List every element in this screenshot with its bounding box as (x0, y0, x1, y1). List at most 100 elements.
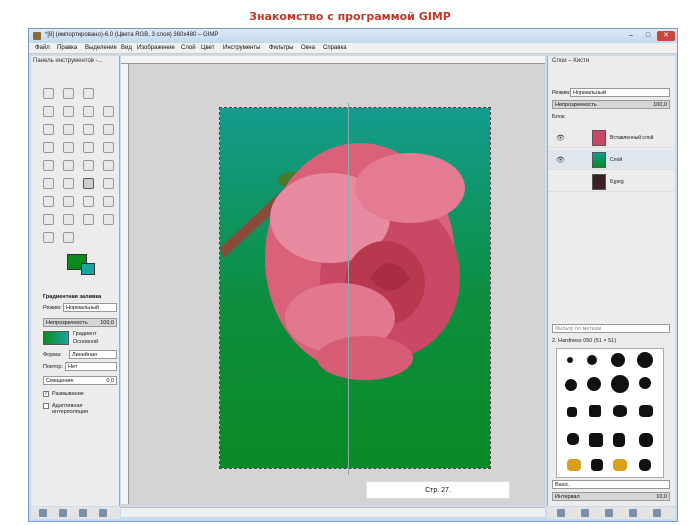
background-color-swatch[interactable] (81, 263, 95, 275)
adaptive-checkbox[interactable] (43, 403, 49, 409)
close-button[interactable]: ✕ (657, 31, 675, 41)
refresh-brushes-icon[interactable] (629, 509, 637, 517)
measure-tool-icon[interactable] (83, 124, 94, 135)
brush-item[interactable] (639, 433, 653, 447)
menu-layer[interactable]: Слой (181, 45, 196, 51)
move-tool-icon[interactable] (103, 124, 114, 135)
zoom-tool-icon[interactable] (63, 124, 74, 135)
clone-tool-icon[interactable] (43, 214, 54, 225)
image-canvas[interactable] (219, 107, 491, 469)
shear-tool-icon[interactable] (43, 160, 54, 171)
menu-image[interactable]: Изображение (137, 45, 175, 51)
eraser-tool-icon[interactable] (63, 196, 74, 207)
dither-checkbox[interactable]: ✓ (43, 391, 49, 397)
free-select-tool-icon[interactable] (83, 88, 94, 99)
menu-edit[interactable]: Правка (57, 45, 77, 51)
text-tool-icon[interactable] (43, 178, 54, 189)
brush-item[interactable] (587, 377, 601, 391)
restore-options-icon[interactable] (59, 509, 67, 517)
brush-item[interactable] (589, 405, 601, 417)
brush-item[interactable] (639, 377, 651, 389)
offset-field[interactable]: Смещение 0,0 (43, 376, 117, 385)
gradient-tool-icon[interactable] (83, 178, 94, 189)
open-brush-as-image-icon[interactable] (653, 509, 661, 517)
brush-item[interactable] (567, 357, 573, 363)
layer-row[interactable]: 👁 Слой (548, 150, 674, 170)
menu-select[interactable]: Выделение (85, 45, 117, 51)
pencil-tool-icon[interactable] (103, 178, 114, 189)
dodge-burn-tool-icon[interactable] (43, 232, 54, 243)
bucket-fill-tool-icon[interactable] (63, 178, 74, 189)
cage-tool-icon[interactable] (103, 160, 114, 171)
spacing-slider[interactable]: Интервал 10,0 (552, 492, 670, 501)
brush-preset-select[interactable]: Basic. (552, 480, 670, 489)
brush-item[interactable] (639, 459, 651, 471)
crop-tool-icon[interactable] (63, 142, 74, 153)
delete-brush-icon[interactable] (605, 509, 613, 517)
brush-item[interactable] (589, 433, 603, 447)
brush-item[interactable] (567, 407, 577, 417)
brush-item[interactable] (591, 459, 603, 471)
vertical-guide[interactable] (348, 103, 349, 475)
repeat-select[interactable]: Нет (65, 362, 117, 371)
smudge-tool-icon[interactable] (83, 214, 94, 225)
rect-select-tool-icon[interactable] (43, 88, 54, 99)
duplicate-brush-icon[interactable] (581, 509, 589, 517)
mode-select[interactable]: Нормальный (63, 303, 117, 312)
layers-opacity-slider[interactable]: Непрозрачность 100,0 (552, 100, 670, 109)
rotate-tool-icon[interactable] (83, 142, 94, 153)
layer-row[interactable]: 8.jpeg (548, 172, 674, 192)
save-options-icon[interactable] (39, 509, 47, 517)
menu-color[interactable]: Цвет (201, 45, 214, 51)
brush-item[interactable] (611, 375, 629, 393)
opacity-slider[interactable]: Непрозрачность 100,0 (43, 318, 117, 327)
flip-tool-icon[interactable] (83, 160, 94, 171)
brush-item[interactable] (587, 355, 597, 365)
brush-grid[interactable] (556, 348, 664, 478)
paintbrush-tool-icon[interactable] (43, 196, 54, 207)
scissors-tool-icon[interactable] (83, 106, 94, 117)
ink-tool-icon[interactable] (103, 196, 114, 207)
brush-tag-filter[interactable]: Фильтр по меткам (552, 324, 670, 333)
heal-tool-icon[interactable] (63, 214, 74, 225)
blur-tool-icon[interactable] (103, 214, 114, 225)
layers-mode-select[interactable]: Нормальный (570, 88, 670, 97)
brush-item[interactable] (639, 405, 653, 417)
gradient-preview[interactable] (43, 331, 69, 345)
color-select-tool-icon[interactable] (63, 106, 74, 117)
brush-item[interactable] (613, 459, 627, 471)
vertical-ruler[interactable] (121, 64, 129, 504)
foreground-select-tool-icon[interactable] (103, 106, 114, 117)
scale-tool-icon[interactable] (103, 142, 114, 153)
perspective-tool-icon[interactable] (63, 160, 74, 171)
fuzzy-select-tool-icon[interactable] (43, 106, 54, 117)
airbrush-tool-icon[interactable] (83, 196, 94, 207)
visibility-eye-icon[interactable]: 👁 (556, 156, 565, 164)
brush-item[interactable] (637, 352, 653, 368)
color-picker-tool-icon[interactable] (63, 232, 74, 243)
brush-item[interactable] (613, 433, 625, 447)
horizontal-ruler[interactable] (121, 56, 545, 64)
minimize-button[interactable]: – (623, 31, 639, 41)
menu-view[interactable]: Вид (121, 45, 132, 51)
brush-item[interactable] (613, 405, 627, 417)
menu-filters[interactable]: Фильтры (269, 45, 293, 51)
maximize-button[interactable]: □ (640, 31, 656, 41)
menu-tools[interactable]: Инструменты (223, 45, 260, 51)
paths-tool-icon[interactable] (43, 124, 54, 135)
layer-row[interactable]: 👁 Вставленный слой (548, 128, 674, 148)
delete-options-icon[interactable] (79, 509, 87, 517)
align-tool-icon[interactable] (43, 142, 54, 153)
menu-file[interactable]: Файл (35, 45, 50, 51)
new-brush-icon[interactable] (557, 509, 565, 517)
reset-options-icon[interactable] (99, 509, 107, 517)
menu-windows[interactable]: Окна (301, 45, 315, 51)
visibility-eye-icon[interactable]: 👁 (556, 134, 565, 142)
brush-item[interactable] (611, 353, 625, 367)
menu-help[interactable]: Справка (323, 45, 347, 51)
brush-item[interactable] (565, 379, 577, 391)
brush-item[interactable] (567, 459, 581, 471)
ellipse-select-tool-icon[interactable] (63, 88, 74, 99)
shape-select[interactable]: Линейная (69, 350, 117, 359)
brush-item[interactable] (567, 433, 579, 445)
